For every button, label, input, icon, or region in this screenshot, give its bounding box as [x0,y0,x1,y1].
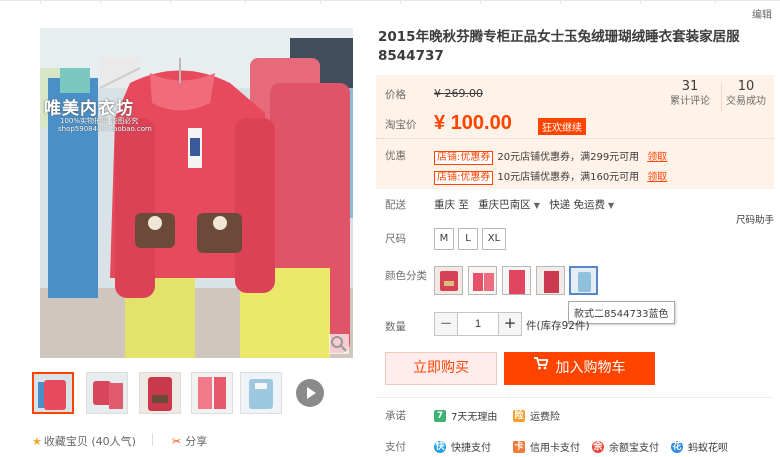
shipping-from: 重庆 至 [434,199,469,211]
price-label: 价格 [385,89,406,101]
panel-divider [376,138,774,139]
coupon-claim-link[interactable]: 领取 [647,172,667,183]
size-option-m[interactable]: M [434,228,454,250]
size-label: 尺码 [385,233,406,245]
shipping-method: 快递 免运费 [549,199,606,211]
chevron-down-icon[interactable]: ▼ [534,201,540,210]
favorite-share-separator [152,433,153,446]
seven-day-return-icon: 7 [434,410,446,422]
coupon-text: 20元店铺优惠券，满299元可用 [497,152,640,163]
payment-item-huabei[interactable]: 花蚂蚁花呗 [671,439,728,454]
coupon-tag: 店铺:优惠券 [434,171,494,185]
top-border [0,0,780,4]
coupon-row-2: 店铺:优惠券 10元店铺优惠券，满160元可用 领取 [434,168,667,185]
promise-label: 承诺 [385,410,406,422]
color-swatch-2[interactable] [468,266,497,295]
cart-icon [533,351,549,382]
promise-text: 运费险 [530,412,560,423]
chevron-down-icon[interactable]: ▼ [608,201,614,210]
quantity-input[interactable] [458,312,498,336]
add-to-cart-label: 加入购物车 [555,360,626,376]
price-panel: 价格 ¥ 269.00 淘宝价 ¥ 100.00 狂欢继续 31 累计评论 10… [376,75,774,189]
reviews-stat[interactable]: 31 累计评论 [664,79,716,109]
size-option-xl[interactable]: XL [482,228,506,250]
main-product-image[interactable]: 唯美内衣坊 100%实物拍摄 盗图必究 shop59084097taobao.c… [40,28,353,358]
product-title: 2015年晚秋芬腾专柜正品女士玉兔绒珊瑚绒睡衣套装家居服 8544737 [378,28,773,66]
deals-stat[interactable]: 10 交易成功 [720,79,772,109]
watermark-url: shop59084097taobao.com [58,125,152,133]
size-option-l[interactable]: L [458,228,478,250]
product-title-line1: 2015年晚秋芬腾专柜正品女士玉兔绒珊瑚绒睡衣套装家居服 [378,29,740,45]
payment-text: 蚂蚁花呗 [688,443,728,454]
coupon-text: 10元店铺优惠券，满160元可用 [497,172,640,183]
coupon-label: 优惠 [385,150,406,162]
promise-item-insurance[interactable]: 险运费险 [513,408,560,423]
deals-label: 交易成功 [726,96,766,107]
stock-text: 件(库存92件) [526,320,590,332]
sale-price: ¥ 100.00 [434,112,512,134]
reviews-count: 31 [681,79,699,94]
payment-text: 信用卡支付 [530,443,580,454]
yuebao-icon: 余 [592,441,604,453]
promo-tag[interactable]: 狂欢继续 [538,118,586,135]
coupon-claim-link[interactable]: 领取 [647,152,667,163]
color-swatch-1[interactable] [434,266,463,295]
share-icon: ✂ [172,435,182,448]
quantity-increase-button[interactable]: + [498,312,522,336]
color-swatch-5-selected[interactable] [569,266,598,295]
payment-item-credit-card[interactable]: 卡信用卡支付 [513,439,580,454]
sale-price-label: 淘宝价 [385,119,417,131]
promise-text: 7天无理由 [451,412,498,423]
buy-now-button[interactable]: 立即购买 [385,352,497,385]
thumbnail-2[interactable] [86,372,128,414]
color-swatch-3[interactable] [502,266,531,295]
quantity-decrease-button[interactable]: − [434,312,458,336]
deals-count: 10 [737,79,755,94]
coupon-row-1: 店铺:优惠券 20元店铺优惠券，满299元可用 领取 [434,148,667,165]
payment-text: 余额宝支付 [609,443,659,454]
edit-link[interactable]: 编辑 [752,6,772,21]
shipping-insurance-icon: 险 [513,410,525,422]
payment-label: 支付 [385,441,406,453]
color-label: 颜色分类 [385,270,427,282]
credit-card-icon: 卡 [513,441,525,453]
video-play-button[interactable] [296,379,324,407]
shipping-label: 配送 [385,199,406,211]
payment-item-yuebao[interactable]: 余余额宝支付 [592,439,659,454]
zoom-icon[interactable] [329,334,349,354]
quick-pay-icon: 快 [434,441,446,453]
payment-text: 快捷支付 [451,443,491,454]
payment-item-quick[interactable]: 快快捷支付 [434,439,491,454]
star-icon: ★ [32,435,42,448]
huabei-icon: 花 [671,441,683,453]
shipping-info: 重庆 至 重庆巴南区 ▼ 快递 免运费 ▼ [434,197,620,212]
thumbnail-1[interactable] [32,372,74,414]
favorite-label: 收藏宝贝 (40人气) [43,435,136,448]
coupon-tag: 店铺:优惠券 [434,151,494,165]
shipping-destination[interactable]: 重庆巴南区 [478,199,531,211]
thumbnail-4[interactable] [191,372,233,414]
original-price: ¥ 269.00 [434,87,483,100]
add-to-cart-button[interactable]: 加入购物车 [504,352,655,385]
share-button[interactable]: ✂ 分享 [172,433,207,449]
promise-item-return[interactable]: 7 7天无理由 [434,408,497,423]
reviews-label: 累计评论 [670,96,710,107]
share-label: 分享 [185,435,208,448]
favorite-button[interactable]: ★ 收藏宝贝 (40人气) [32,433,136,449]
thumbnail-3[interactable] [139,372,181,414]
quantity-label: 数量 [385,321,406,333]
size-assistant-link[interactable]: 尺码助手 [736,212,774,226]
color-swatch-4[interactable] [536,266,565,295]
section-divider [376,397,774,398]
product-title-line2: 8544737 [378,48,444,64]
thumbnail-5[interactable] [240,372,282,414]
